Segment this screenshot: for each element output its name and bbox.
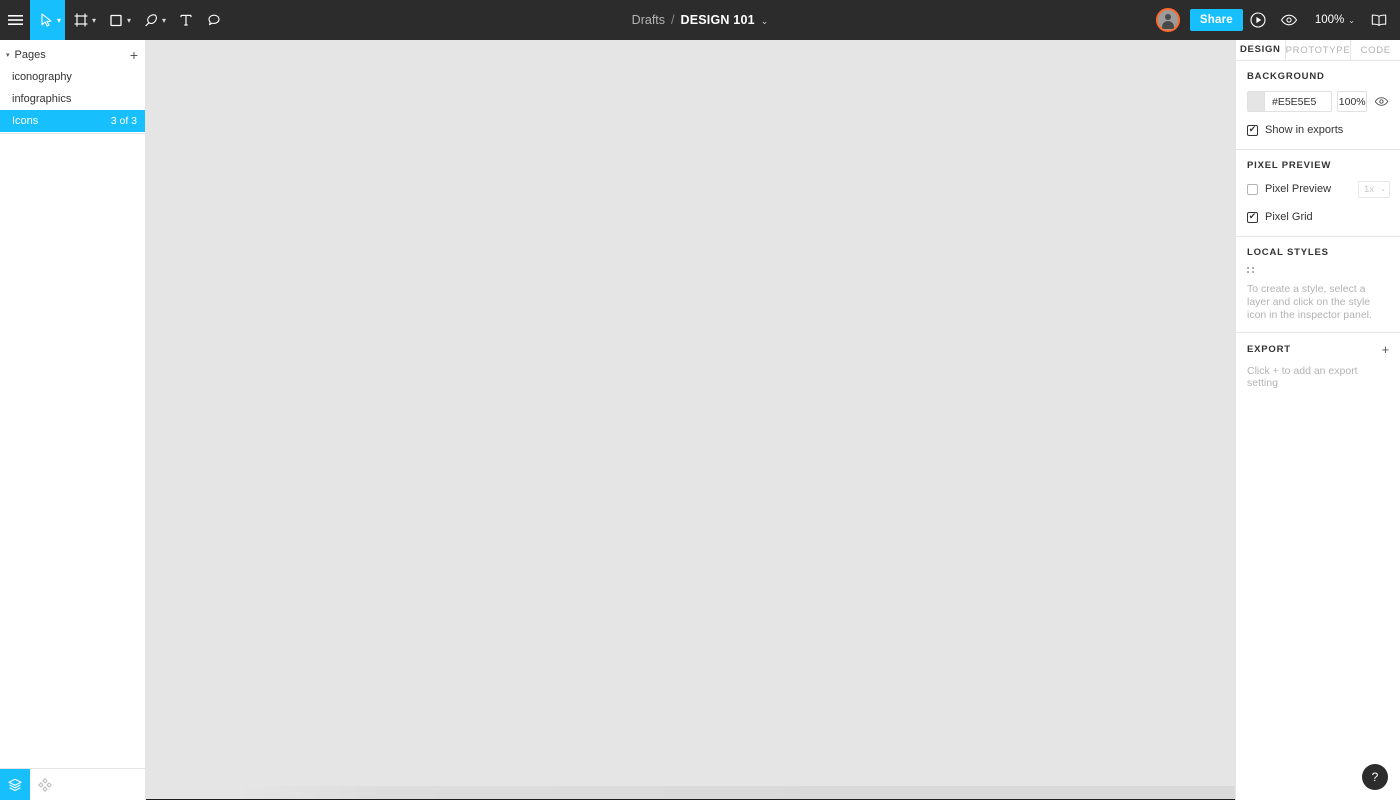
- export-section: EXPORT + Click + to add an export settin…: [1236, 333, 1400, 399]
- tab-code[interactable]: CODE: [1351, 40, 1400, 60]
- pages-divider: [0, 133, 145, 134]
- pixel-preview-scale-select[interactable]: 1x ⌄: [1358, 180, 1390, 198]
- layers-tab[interactable]: [0, 769, 30, 800]
- zoom-control[interactable]: 100% ⌄: [1305, 14, 1363, 26]
- pen-tool-chevron-down-icon[interactable]: ▾: [162, 17, 166, 25]
- pixel-preview-scale-value: 1x: [1364, 183, 1375, 195]
- page-item-count: 3 of 3: [110, 115, 137, 127]
- pages-collapse-caret-icon[interactable]: ▾: [6, 51, 10, 59]
- top-toolbar: ▾ ▾ ▾ ▾ Drafts / DESIGN 101 ⌄ Share 100%…: [0, 0, 1400, 40]
- file-menu-chevron-down-icon[interactable]: ⌄: [761, 16, 769, 27]
- play-circle-icon: [1249, 11, 1267, 29]
- pixel-preview-section: PIXEL PREVIEW Pixel Preview 1x ⌄ ✔ Pixel…: [1236, 150, 1400, 237]
- zoom-level-value: 100%: [1314, 14, 1345, 26]
- eye-icon: [1374, 96, 1389, 107]
- frame-icon: [73, 12, 89, 28]
- background-color-row: #E5E5E5 100%: [1247, 91, 1390, 112]
- local-styles-section: LOCAL STYLES To create a style, select a…: [1236, 237, 1400, 334]
- export-section-title: EXPORT +: [1247, 343, 1390, 356]
- present-button[interactable]: [1243, 0, 1274, 40]
- components-tab[interactable]: [30, 769, 60, 800]
- background-opacity-input[interactable]: 100%: [1337, 91, 1368, 112]
- breadcrumb-separator: /: [671, 13, 675, 27]
- share-button[interactable]: Share: [1189, 9, 1243, 31]
- background-color-swatch[interactable]: [1248, 92, 1265, 111]
- show-in-exports-label: Show in exports: [1265, 124, 1344, 136]
- tab-prototype[interactable]: PROTOTYPE: [1286, 40, 1352, 60]
- pages-label: Pages: [14, 49, 46, 61]
- canvas-horizontal-scrollbar[interactable]: [146, 786, 1235, 800]
- eye-icon: [1280, 13, 1298, 27]
- frame-tool-chevron-down-icon[interactable]: ▾: [92, 17, 96, 25]
- export-title-label: EXPORT: [1247, 344, 1291, 356]
- design-canvas[interactable]: [146, 40, 1235, 800]
- add-page-button[interactable]: +: [130, 48, 138, 62]
- page-title[interactable]: DESIGN 101: [681, 13, 755, 27]
- pixel-preview-row[interactable]: Pixel Preview 1x ⌄: [1247, 180, 1390, 198]
- background-title-label: BACKGROUND: [1247, 71, 1325, 82]
- pixel-preview-section-title: PIXEL PREVIEW: [1247, 160, 1390, 171]
- comment-tool[interactable]: [198, 0, 226, 40]
- pen-icon: [143, 12, 159, 28]
- page-item-label: infographics: [12, 93, 72, 105]
- book-icon: [1370, 13, 1388, 27]
- shape-tool-chevron-down-icon[interactable]: ▾: [127, 17, 131, 25]
- toolbar-right-group: Share 100% ⌄: [1155, 0, 1400, 40]
- page-item-icons[interactable]: Icons 3 of 3: [0, 110, 145, 132]
- page-item-iconography[interactable]: iconography: [0, 66, 145, 88]
- local-styles-title-label: LOCAL STYLES: [1247, 247, 1329, 258]
- breadcrumb-parent[interactable]: Drafts: [632, 13, 665, 27]
- toolbar-tools-group: ▾ ▾ ▾ ▾: [0, 0, 226, 40]
- pixel-grid-checkbox[interactable]: ✔: [1247, 211, 1258, 223]
- pixel-preview-label: Pixel Preview: [1265, 183, 1332, 195]
- background-visibility-toggle[interactable]: [1372, 96, 1390, 107]
- move-tool[interactable]: ▾: [30, 0, 66, 40]
- right-inspector-panel: DESIGN PROTOTYPE CODE BACKGROUND #E5E5E5…: [1235, 40, 1400, 800]
- pen-tool[interactable]: ▾: [135, 0, 170, 40]
- tab-design[interactable]: DESIGN: [1236, 40, 1286, 60]
- zoom-chevron-down-icon[interactable]: ⌄: [1348, 17, 1355, 25]
- pages-header: ▾ Pages +: [0, 44, 145, 66]
- square-icon: [108, 12, 124, 28]
- shape-tool[interactable]: ▾: [100, 0, 135, 40]
- move-tool-chevron-down-icon[interactable]: ▾: [57, 17, 61, 25]
- page-item-infographics[interactable]: infographics: [0, 88, 145, 110]
- avatar[interactable]: [1155, 8, 1180, 32]
- page-item-label: iconography: [12, 71, 72, 83]
- hamburger-menu-icon[interactable]: [0, 0, 30, 40]
- pixel-preview-checkbox[interactable]: [1247, 183, 1258, 195]
- background-section-title: BACKGROUND: [1247, 71, 1390, 82]
- layers-icon: [7, 777, 23, 793]
- help-button[interactable]: ?: [1362, 764, 1388, 790]
- background-section: BACKGROUND #E5E5E5 100% ✔ Show in export…: [1236, 61, 1400, 150]
- components-diamond-icon: [37, 777, 53, 793]
- left-sidebar: ▾ Pages + iconography infographics Icons…: [0, 40, 146, 800]
- background-color-value[interactable]: #E5E5E5: [1265, 96, 1316, 108]
- left-bottom-tabs: [0, 768, 146, 800]
- frame-tool[interactable]: ▾: [65, 0, 100, 40]
- pages-list: iconography infographics Icons 3 of 3: [0, 66, 145, 132]
- add-export-setting-button[interactable]: +: [1382, 343, 1390, 356]
- local-styles-hint: To create a style, select a layer and cl…: [1247, 283, 1372, 322]
- style-dots-icon[interactable]: [1247, 267, 1255, 273]
- cursor-arrow-icon: [38, 12, 54, 28]
- pixel-grid-row[interactable]: ✔ Pixel Grid: [1247, 208, 1390, 226]
- figma-editor-window: ▾ ▾ ▾ ▾ Drafts / DESIGN 101 ⌄ Share 100%…: [0, 0, 1400, 800]
- text-icon: [178, 12, 194, 28]
- pixel-grid-label: Pixel Grid: [1265, 211, 1313, 223]
- show-in-exports-checkbox[interactable]: ✔: [1247, 124, 1258, 136]
- comment-icon: [206, 12, 222, 28]
- show-in-exports-row[interactable]: ✔ Show in exports: [1247, 121, 1390, 139]
- library-button[interactable]: [1363, 0, 1394, 40]
- local-styles-section-title: LOCAL STYLES: [1247, 247, 1390, 258]
- export-hint: Click + to add an export setting: [1247, 365, 1358, 390]
- view-options-button[interactable]: [1274, 0, 1305, 40]
- inspector-tabs: DESIGN PROTOTYPE CODE: [1236, 40, 1400, 61]
- text-tool[interactable]: [170, 0, 198, 40]
- pixel-preview-title-label: PIXEL PREVIEW: [1247, 160, 1332, 171]
- page-item-label: Icons: [12, 115, 39, 127]
- chevron-down-icon: ⌄: [1380, 186, 1386, 193]
- background-color-field[interactable]: #E5E5E5: [1247, 91, 1333, 112]
